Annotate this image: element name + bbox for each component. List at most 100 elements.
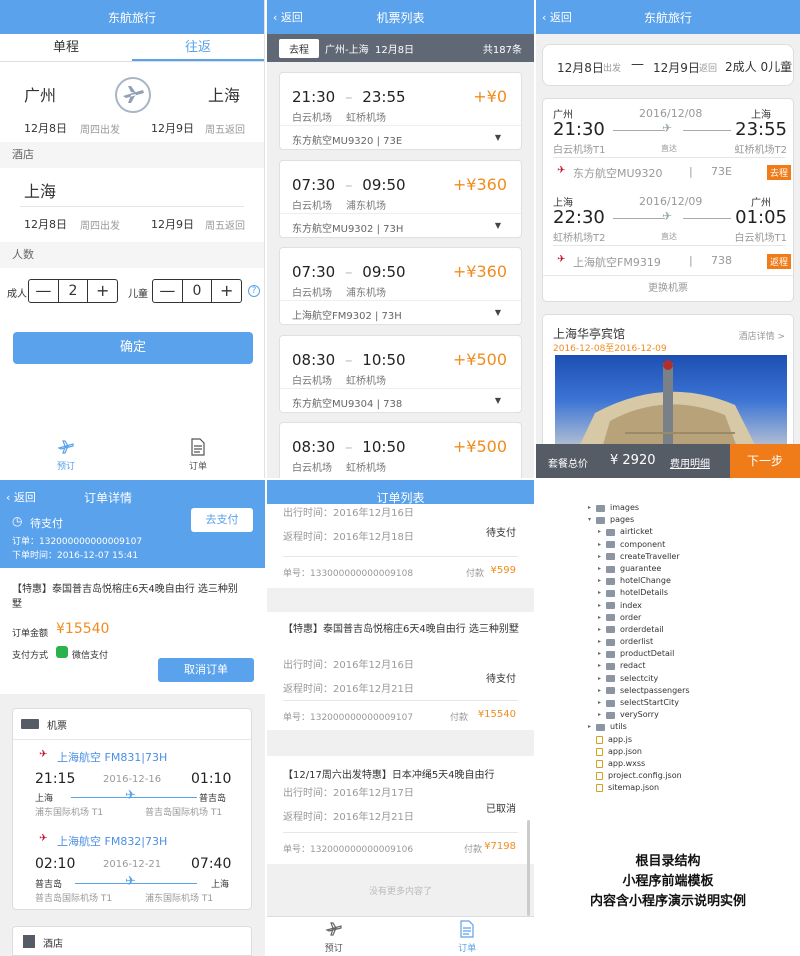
tab-roundtrip[interactable]: 往返: [132, 34, 264, 61]
child-plus-button[interactable]: +: [212, 280, 241, 302]
tree-folder[interactable]: ▸ guarantee: [588, 563, 690, 575]
flight-card[interactable]: 07:30 – 09:50 白云机场 浦东机场 +¥360 上海航空FM9302 | 7…: [279, 247, 522, 325]
checkin-date[interactable]: 12月8日: [24, 216, 67, 232]
nav-book[interactable]: 预订: [267, 917, 401, 956]
expand-arrow-icon[interactable]: ▼: [495, 133, 501, 142]
out-airline: 东方航空MU9320: [573, 167, 663, 180]
app-header: 东航旅行: [0, 0, 264, 34]
swap-plane-icon[interactable]: [115, 77, 151, 113]
tree-folder[interactable]: ▸ selectcity: [588, 673, 690, 685]
project-tree-panel: ▸ images ▾ pages ▸ airticket ▸ component ▸ create…: [536, 480, 800, 956]
back-button[interactable]: ‹ 返回: [542, 0, 572, 34]
flight-card[interactable]: 21:30 – 23:55 白云机场 虹桥机场 +¥0 东方航空MU9320 | 73E…: [279, 72, 522, 150]
route: 广州-上海: [325, 44, 369, 56]
tree-folder[interactable]: ▸ hotelDetails: [588, 587, 690, 599]
tree-folder[interactable]: ▸ images: [588, 502, 690, 514]
order-amount: ¥15540: [477, 709, 516, 720]
confirm-button[interactable]: 确定: [13, 332, 253, 364]
leg2-from: 普吉岛: [35, 880, 63, 890]
folder-icon: [596, 504, 605, 512]
help-icon[interactable]: ?: [248, 285, 260, 297]
tree-folder[interactable]: ▸ selectStartCity: [588, 697, 690, 709]
return-date[interactable]: 12月9日: [151, 120, 194, 136]
tree-folder[interactable]: ▸ utils: [588, 721, 690, 733]
tree-folder[interactable]: ▸ selectpassengers: [588, 685, 690, 697]
back-button[interactable]: ‹ 返回: [273, 0, 303, 34]
tree-file[interactable]: app.wxss: [588, 758, 690, 770]
clock-icon: ◷: [12, 514, 23, 528]
tab-oneway[interactable]: 单程: [0, 34, 132, 61]
adult-minus-button[interactable]: —: [29, 280, 58, 302]
nav-order[interactable]: 订单: [401, 917, 535, 956]
search-screen: 东航旅行 单程 往返 广州 上海 12月8日 周四出发 12月9日 周五返回 酒…: [0, 0, 265, 478]
pay-button[interactable]: 去支付: [191, 508, 253, 532]
tree-folder[interactable]: ▸ verySorry: [588, 709, 690, 721]
tree-folder[interactable]: ▾ pages: [588, 514, 690, 526]
tree-folder[interactable]: ▸ productDetail: [588, 648, 690, 660]
tree-folder[interactable]: ▸ hotelChange: [588, 575, 690, 587]
order-item[interactable]: 【特惠】泰国普吉岛悦榕庄6天4晚自由行 选三种别墅 出行时间：2016年12月1…: [267, 612, 534, 730]
nav-order[interactable]: 订单: [132, 438, 264, 478]
expand-caret-icon: ▸: [588, 723, 592, 731]
dep-time: 21:30: [292, 88, 336, 106]
tree-folder[interactable]: ▸ index: [588, 600, 690, 612]
nav-book[interactable]: 预订: [0, 438, 132, 478]
expand-arrow-icon[interactable]: ▼: [495, 396, 501, 405]
hotel-card[interactable]: 上海华亭宾馆 酒店详情 > 2016-12-08至2016-12-09: [542, 314, 794, 455]
order-status-bar: ◷ 待支付 订单：132000000000009107 下单时间：2016-12…: [0, 508, 265, 568]
hotel-name: 上海华亭宾馆: [553, 327, 626, 341]
product-title[interactable]: 【特惠】泰国普吉岛悦榕庄6天4晚自由行 选三种别墅: [12, 582, 247, 612]
folder-icon: [606, 638, 615, 646]
out-dep-time: 21:30: [553, 119, 605, 140]
tree-folder[interactable]: ▸ orderdetail: [588, 624, 690, 636]
depart-date[interactable]: 12月8日: [24, 120, 67, 136]
flight-card[interactable]: 08:30 – 10:50 白云机场 虹桥机场 +¥500: [279, 422, 522, 478]
checkout-date[interactable]: 12月9日: [151, 216, 194, 232]
tree-file[interactable]: app.json: [588, 746, 690, 758]
tree-file[interactable]: project.config.json: [588, 770, 690, 782]
flight-info: 东方航空MU9304 | 738 ▼: [280, 388, 521, 416]
flight-card[interactable]: 07:30 – 09:50 白云机场 浦东机场 +¥360 东方航空MU9302 | 7…: [279, 160, 522, 238]
tree-file[interactable]: app.js: [588, 734, 690, 746]
out-airline-logo-icon: ✈: [557, 165, 566, 176]
folder-icon: [606, 589, 615, 597]
leg2-plane-icon: ✈: [125, 874, 136, 889]
summary-depart: 12月8日: [557, 61, 604, 75]
tree-folder[interactable]: ▸ component: [588, 539, 690, 551]
tree-folder[interactable]: ▸ order: [588, 612, 690, 624]
order-item[interactable]: 出行时间：2016年12月16日 返程时间：2016年12月18日 待支付 单号…: [267, 504, 534, 588]
scrollbar[interactable]: [527, 820, 530, 916]
trip-summary-bar[interactable]: 12月8日 出发 — 12月9日 返回 2成人 0儿童: [542, 44, 794, 86]
file-icon: [596, 772, 603, 781]
fee-detail-link[interactable]: 费用明细: [670, 455, 710, 470]
file-tree: ▸ images ▾ pages ▸ airticket ▸ component ▸ create…: [588, 502, 690, 795]
tree-item-name: utils: [610, 722, 627, 732]
tree-item-name: order: [620, 612, 642, 622]
to-city[interactable]: 上海: [208, 82, 240, 106]
tree-folder[interactable]: ▸ airticket: [588, 526, 690, 538]
back-button[interactable]: ‹ 返回: [6, 480, 36, 514]
adult-plus-button[interactable]: +: [88, 280, 117, 302]
dep-time: 07:30: [292, 263, 336, 281]
tree-folder[interactable]: ▸ createTraveller: [588, 551, 690, 563]
folder-icon: [606, 626, 615, 634]
flight-card[interactable]: 08:30 – 10:50 白云机场 虹桥机场 +¥500 东方航空MU9304 | 7…: [279, 335, 522, 413]
tree-folder[interactable]: ▸ redact: [588, 660, 690, 672]
expand-arrow-icon[interactable]: ▼: [495, 221, 501, 230]
next-button[interactable]: 下一步: [730, 444, 800, 478]
tree-file[interactable]: sitemap.json: [588, 782, 690, 794]
tree-folder[interactable]: ▸ orderlist: [588, 636, 690, 648]
order-item[interactable]: 【12/17周六出发特惠】日本冲绳5天4晚自由行 出行时间：2016年12月17…: [267, 756, 534, 864]
plane-icon: [57, 440, 74, 454]
out-dep-airport: 白云机场T1: [553, 145, 606, 156]
ticket-icon: [21, 719, 39, 729]
expand-arrow-icon[interactable]: ▼: [495, 308, 501, 317]
child-minus-button[interactable]: —: [153, 280, 182, 302]
tree-item-name: hotelChange: [620, 576, 671, 586]
change-ticket-link[interactable]: 更换机票: [543, 279, 793, 294]
from-city[interactable]: 广州: [24, 82, 56, 106]
cancel-order-button[interactable]: 取消订单: [158, 658, 254, 682]
hotel-detail-link[interactable]: 酒店详情 >: [739, 329, 785, 342]
pay-method: 微信支付: [72, 651, 109, 661]
hotel-city[interactable]: 上海: [24, 178, 56, 202]
